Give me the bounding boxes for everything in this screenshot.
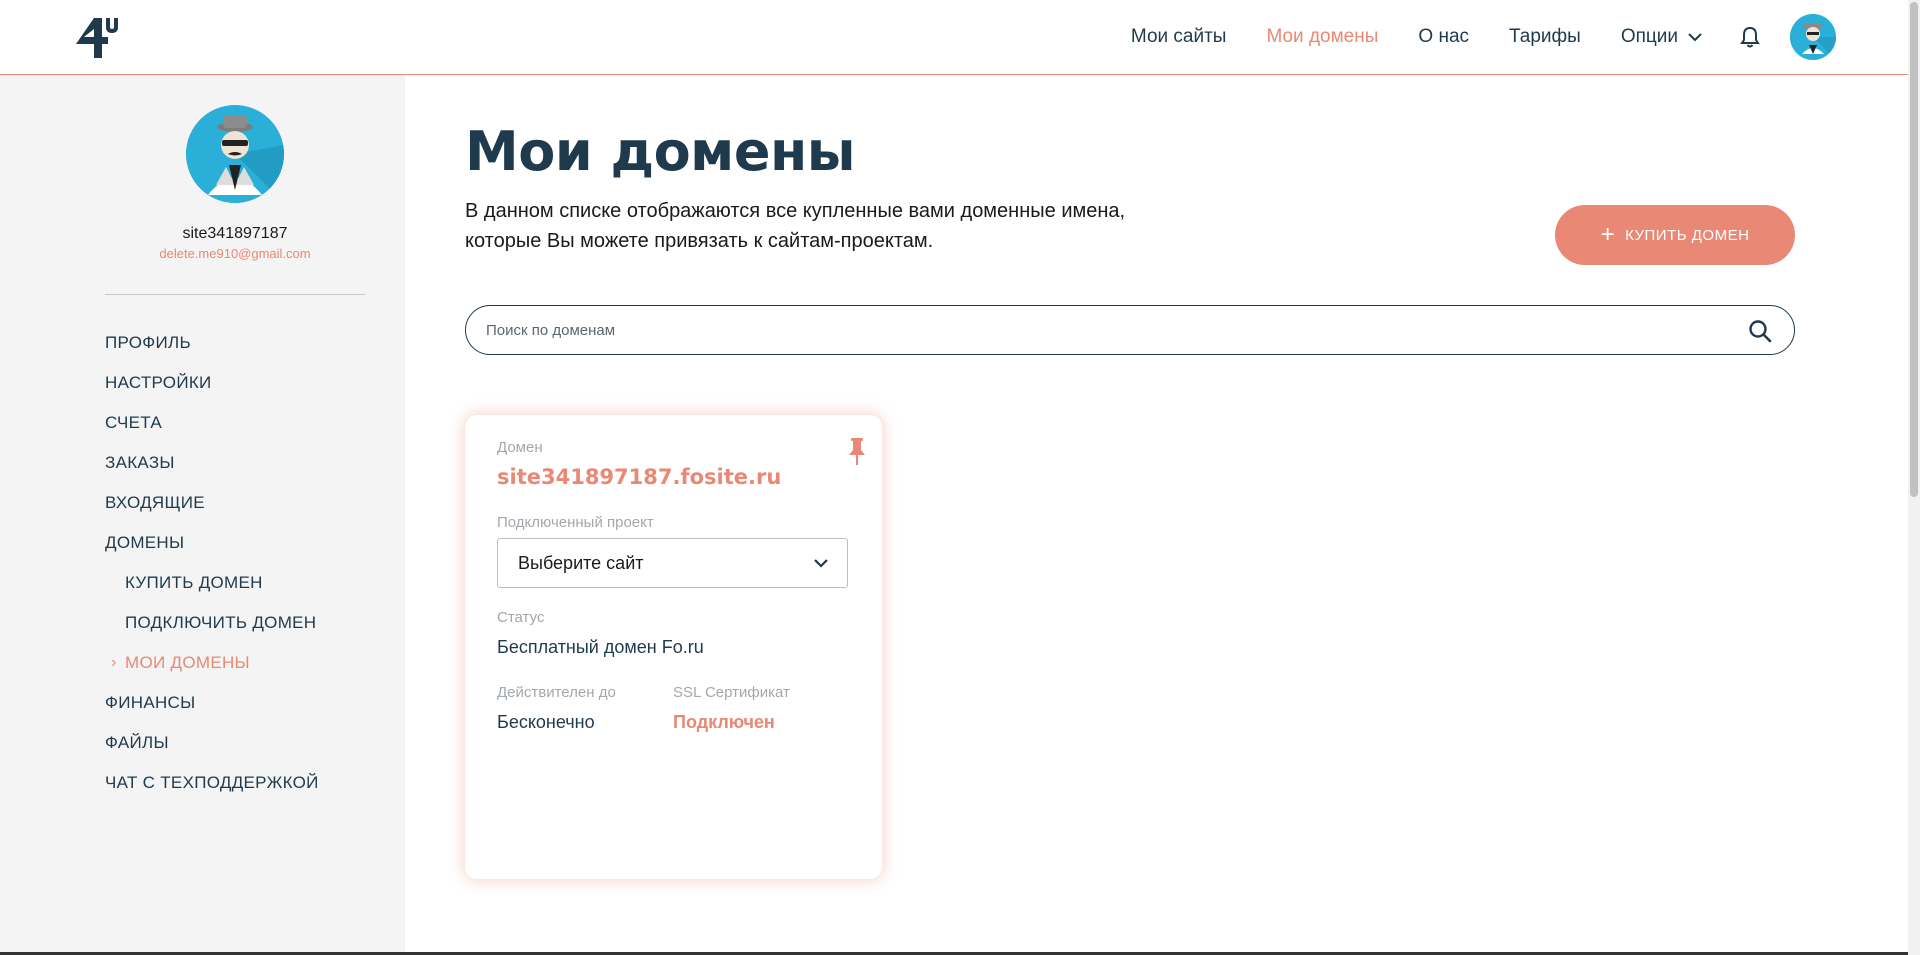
sidebar-divider [105,294,365,295]
sidebar-item-my-domains[interactable]: › МОИ ДОМЕНЫ [105,653,319,693]
nav-my-domains[interactable]: Мои домены [1266,26,1378,48]
sidebar-item-invoices[interactable]: СЧЕТА [105,413,319,453]
sidebar-item-settings[interactable]: НАСТРОЙКИ [105,373,319,413]
logo[interactable] [72,14,120,60]
search-icon[interactable] [1748,319,1772,343]
chevron-down-icon [1688,32,1702,41]
nav-my-sites[interactable]: Мои сайты [1131,26,1227,48]
project-select-value: Выберите сайт [518,553,644,573]
buy-domain-label: КУПИТЬ ДОМЕН [1625,226,1750,244]
valid-until-label: Действителен до [497,684,616,701]
domain-label: Домен [497,439,543,456]
nav-options-label: Опции [1620,26,1678,47]
sidebar-item-inbox[interactable]: ВХОДЯЩИЕ [105,493,319,533]
profile-avatar[interactable] [186,105,284,203]
profile-email: delete.me910@gmail.com [159,246,311,261]
chevron-right-icon: › [111,654,117,671]
nav-about[interactable]: О нас [1418,26,1469,48]
domain-card: Домен site341897187.fosite.ru Подключенн… [465,415,882,879]
page-description: В данном списке отображаются все купленн… [465,196,1205,256]
project-label: Подключенный проект [497,514,654,531]
sidebar-item-orders[interactable]: ЗАКАЗЫ [105,453,319,493]
sidebar-item-profile[interactable]: ПРОФИЛЬ [105,333,319,373]
avatar[interactable] [1790,14,1836,60]
page-description-line2: которые Вы можете привязать к сайтам-про… [465,230,934,252]
valid-until-value: Бесконечно [497,712,595,732]
sidebar-item-support-chat[interactable]: ЧАТ С ТЕХПОДДЕРЖКОЙ [105,773,319,813]
chevron-down-icon [814,559,828,568]
domain-search [465,305,1795,355]
page-title: Мои домены [465,120,856,183]
search-input[interactable] [486,306,1706,354]
project-select[interactable]: Выберите сайт [497,538,848,588]
top-header: Мои сайты Мои домены О нас Тарифы Опции [0,0,1908,75]
sidebar: site341897187 delete.me910@gmail.com ПРО… [0,75,405,955]
sidebar-item-files[interactable]: ФАЙЛЫ [105,733,319,773]
sidebar-item-label: МОИ ДОМЕНЫ [125,653,250,672]
pin-icon[interactable] [846,437,868,467]
plus-icon: + [1600,221,1616,248]
scrollbar[interactable] [1908,0,1920,955]
main-nav: Мои сайты Мои домены О нас Тарифы Опции [1091,0,1836,74]
nav-options[interactable]: Опции [1621,26,1702,48]
sidebar-item-connect-domain[interactable]: ПОДКЛЮЧИТЬ ДОМЕН [105,613,319,653]
sidebar-item-domains[interactable]: ДОМЕНЫ [105,533,319,573]
sidebar-item-finance[interactable]: ФИНАНСЫ [105,693,319,733]
ssl-label: SSL Сертификат [673,684,790,701]
status-value: Бесплатный домен Fo.ru [497,637,704,657]
bell-icon[interactable] [1738,25,1762,49]
page-description-line1: В данном списке отображаются все купленн… [465,200,1126,222]
scrollbar-thumb[interactable] [1910,2,1918,497]
nav-tariffs[interactable]: Тарифы [1509,26,1581,48]
sidebar-item-buy-domain[interactable]: КУПИТЬ ДОМЕН [105,573,319,613]
domain-name[interactable]: site341897187.fosite.ru [497,465,781,489]
buy-domain-button[interactable]: + КУПИТЬ ДОМЕН [1555,205,1795,265]
sidebar-menu: ПРОФИЛЬ НАСТРОЙКИ СЧЕТА ЗАКАЗЫ ВХОДЯЩИЕ … [105,333,319,813]
profile-username: site341897187 [182,225,288,242]
ssl-status: Подключен [673,712,775,732]
status-label: Статус [497,609,545,626]
